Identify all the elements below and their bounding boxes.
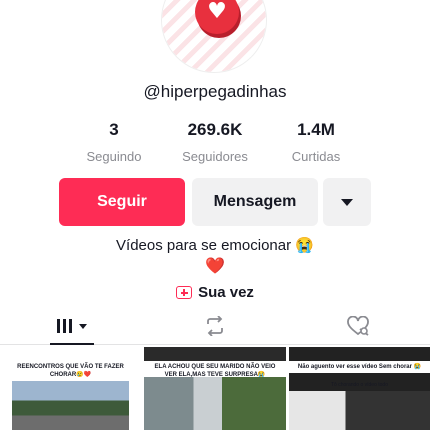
profile-handle: @hiperpegadinhas	[143, 82, 287, 101]
stat-followers-label: Seguidores	[182, 149, 248, 164]
stat-likes-value: 1.4M	[297, 120, 335, 139]
video-caption-1: REENCONTROS QUE VÃO TE FAZER CHORAR😢❤️	[17, 364, 124, 378]
video-frame-2	[144, 377, 286, 430]
video-caption-3: Não aguento ver esse vídeo Sem chorar 😭	[289, 361, 430, 373]
follow-button[interactable]: Seguir	[59, 178, 185, 226]
repost-icon	[206, 316, 223, 336]
liked-hidden-icon	[346, 316, 369, 336]
profile-link[interactable]: Sua vez	[0, 284, 430, 301]
video-subcaption-3: Tô chorando o vídeo todo	[331, 382, 388, 388]
bio-text: Vídeos para se emocionar 😭	[116, 237, 314, 254]
grid-icon	[56, 319, 87, 333]
profile-avatar[interactable]: ♥	[162, 0, 266, 72]
stat-likes-label: Curtidas	[291, 149, 341, 164]
profile-link-label: Sua vez	[198, 284, 254, 301]
message-button[interactable]: Mensagem	[192, 178, 318, 226]
tab-liked[interactable]	[286, 308, 429, 344]
profile-stats: 3 Seguindo 269.6K Seguidores 1.4M Curtid…	[0, 120, 430, 168]
stat-likes[interactable]: 1.4M Curtidas	[261, 120, 371, 164]
stat-following-label: Seguindo	[86, 149, 142, 164]
stat-followers[interactable]: 269.6K Seguidores	[160, 120, 270, 164]
video-thumbnail-2[interactable]: ELA ACHOU QUE SEU MARIDO NÃO VEIO VER EL…	[144, 347, 286, 430]
tab-reposts[interactable]	[143, 308, 286, 344]
more-options-button[interactable]	[323, 178, 371, 226]
stat-followers-value: 269.6K	[187, 120, 243, 139]
video-thumbnail-1[interactable]: REENCONTROS QUE VÃO TE FAZER CHORAR😢❤️	[0, 347, 141, 430]
bio-heart: ❤️	[205, 256, 225, 275]
stat-following[interactable]: 3 Seguindo	[59, 120, 169, 164]
caret-down-icon	[341, 198, 353, 206]
tab-videos[interactable]	[0, 308, 143, 345]
profile-tabs	[0, 308, 430, 345]
stat-following-value: 3	[109, 120, 119, 139]
video-frame-3	[289, 391, 430, 430]
add-video-icon	[176, 286, 193, 299]
video-frame-1	[12, 381, 129, 430]
video-thumbnail-3[interactable]: Não aguento ver esse vídeo Sem chorar 😭 …	[289, 347, 430, 430]
